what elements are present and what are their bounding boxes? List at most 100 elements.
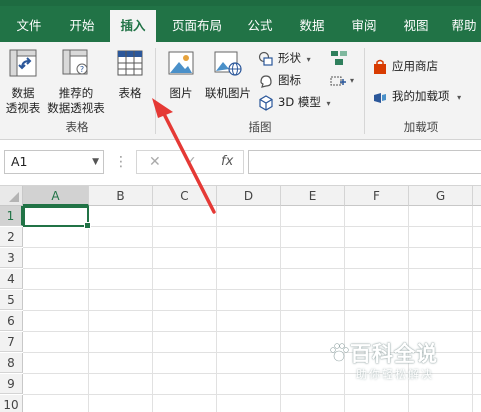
row-header-2[interactable]: 2 — [0, 227, 23, 247]
chevron-down-icon: ▾ — [326, 99, 331, 108]
active-cell-a1[interactable] — [23, 206, 91, 229]
addins-icon — [374, 92, 386, 103]
picture-icon — [168, 51, 194, 75]
grid-line — [23, 394, 481, 395]
grid-line — [23, 226, 481, 227]
tab-page-layout[interactable]: 页面布局 — [166, 10, 228, 42]
ribbon-tab-bar: 文件 开始 插入 页面布局 公式 数据 审阅 视图 帮助 — [0, 0, 481, 42]
shapes-icon — [258, 51, 273, 66]
recommended-pivot-label-1: 推荐的 — [58, 86, 94, 100]
store-icon — [374, 59, 386, 74]
recommended-pivot-icon: ? — [62, 49, 88, 75]
watermark-subtitle: 助你轻松解决 — [356, 368, 434, 381]
chevron-down-icon: ▾ — [350, 76, 355, 85]
svg-text:?: ? — [80, 65, 84, 74]
group-label-illustrations: 插图 — [248, 120, 272, 134]
column-header-a[interactable]: A — [23, 186, 89, 206]
store-label: 应用商店 — [392, 59, 438, 73]
screenshot-icon[interactable] — [330, 74, 348, 90]
row-header-5[interactable]: 5 — [0, 290, 23, 310]
shapes-button[interactable]: 形状 ▾ — [258, 48, 311, 68]
row-header-4[interactable]: 4 — [0, 269, 23, 289]
table-icon — [117, 50, 143, 76]
my-addins-button[interactable]: 我的加载项 ▾ — [372, 86, 461, 106]
column-header-partial[interactable] — [473, 186, 481, 206]
tab-formulas[interactable]: 公式 — [238, 10, 282, 42]
more-icon[interactable]: ⋮ — [114, 150, 128, 174]
grid-line — [88, 206, 89, 412]
grid-line — [472, 206, 473, 412]
paw-logo-icon — [330, 343, 349, 362]
column-header-d[interactable]: D — [217, 186, 281, 206]
store-button[interactable]: 应用商店 — [372, 56, 438, 76]
grid-line — [216, 206, 217, 412]
pivot-table-label-2: 透视表 — [5, 101, 41, 115]
smartart-icon[interactable] — [330, 50, 348, 66]
shapes-label: 形状 — [278, 51, 301, 65]
select-all-button[interactable] — [0, 186, 23, 206]
watermark: 百科全说 助你轻松解决 — [320, 330, 470, 390]
my-addins-label: 我的加载项 — [392, 89, 450, 103]
row-header-3[interactable]: 3 — [0, 248, 23, 268]
grid-line — [23, 289, 481, 290]
models-3d-label: 3D 模型 — [278, 95, 321, 109]
row-header-10[interactable]: 10 — [0, 395, 23, 412]
chevron-down-icon: ▾ — [306, 55, 311, 64]
pictures-label: 图片 — [169, 86, 193, 100]
ribbon-insert-panel: 数据 透视表 ? 推荐的 数据透视表 表格 表格 图片 联机图片 形状 ▾ 图标… — [0, 42, 481, 140]
grid-line — [23, 268, 481, 269]
pictures-button[interactable]: 图片 — [162, 48, 200, 101]
group-label-addins: 加载项 — [403, 120, 439, 134]
grid-line — [23, 247, 481, 248]
chevron-down-icon: ▾ — [457, 93, 462, 102]
tab-home[interactable]: 开始 — [60, 10, 104, 42]
grid-line — [280, 206, 281, 412]
column-header-b[interactable]: B — [89, 186, 153, 206]
column-header-e[interactable]: E — [281, 186, 345, 206]
row-header-7[interactable]: 7 — [0, 332, 23, 352]
tab-data[interactable]: 数据 — [290, 10, 334, 42]
row-header-6[interactable]: 6 — [0, 311, 23, 331]
column-header-f[interactable]: F — [345, 186, 409, 206]
pivot-table-label-1: 数据 — [11, 86, 35, 100]
column-header-g[interactable]: G — [409, 186, 473, 206]
row-header-9[interactable]: 9 — [0, 374, 23, 394]
cancel-icon[interactable]: ✕ — [149, 151, 161, 173]
tab-help[interactable]: 帮助 — [446, 10, 481, 42]
group-separator — [364, 48, 365, 134]
column-header-c[interactable]: C — [153, 186, 217, 206]
pivot-table-button[interactable]: 数据 透视表 — [2, 48, 44, 116]
pivot-table-icon — [9, 49, 37, 77]
chevron-down-icon[interactable]: ▼ — [92, 151, 99, 173]
enter-icon[interactable]: ✓ — [185, 151, 197, 173]
formula-bar: A1 ▼ ⋮ ✕ ✓ fx — [0, 140, 481, 186]
grid-line — [23, 310, 481, 311]
online-pictures-label: 联机图片 — [205, 86, 251, 100]
insert-function-icon[interactable]: fx — [221, 151, 233, 173]
online-pictures-button[interactable]: 联机图片 — [202, 48, 254, 101]
recommended-pivot-button[interactable]: ? 推荐的 数据透视表 — [44, 48, 108, 116]
tab-view[interactable]: 视图 — [394, 10, 438, 42]
tab-file[interactable]: 文件 — [8, 10, 50, 42]
cube-icon — [259, 94, 273, 111]
icons-button[interactable]: 图标 — [258, 70, 301, 90]
grid-line — [152, 206, 153, 412]
icons-icon — [260, 74, 272, 88]
group-label-tables: 表格 — [65, 120, 89, 134]
group-separator — [155, 48, 156, 134]
online-picture-icon — [214, 51, 242, 76]
row-header-1[interactable]: 1 — [0, 206, 23, 226]
tab-insert[interactable]: 插入 — [110, 10, 156, 42]
recommended-pivot-label-2: 数据透视表 — [47, 101, 105, 115]
name-box-value: A1 — [11, 154, 28, 169]
formula-buttons: ✕ ✓ fx — [136, 150, 244, 174]
row-header-8[interactable]: 8 — [0, 353, 23, 373]
table-button[interactable]: 表格 — [112, 48, 148, 101]
icons-label: 图标 — [278, 73, 301, 87]
name-box[interactable]: A1 ▼ — [4, 150, 104, 174]
tab-review[interactable]: 审阅 — [342, 10, 386, 42]
models-3d-button[interactable]: 3D 模型 ▾ — [258, 92, 331, 112]
table-label: 表格 — [118, 86, 142, 100]
formula-input[interactable] — [248, 150, 481, 174]
title-bar-strip — [0, 0, 481, 6]
